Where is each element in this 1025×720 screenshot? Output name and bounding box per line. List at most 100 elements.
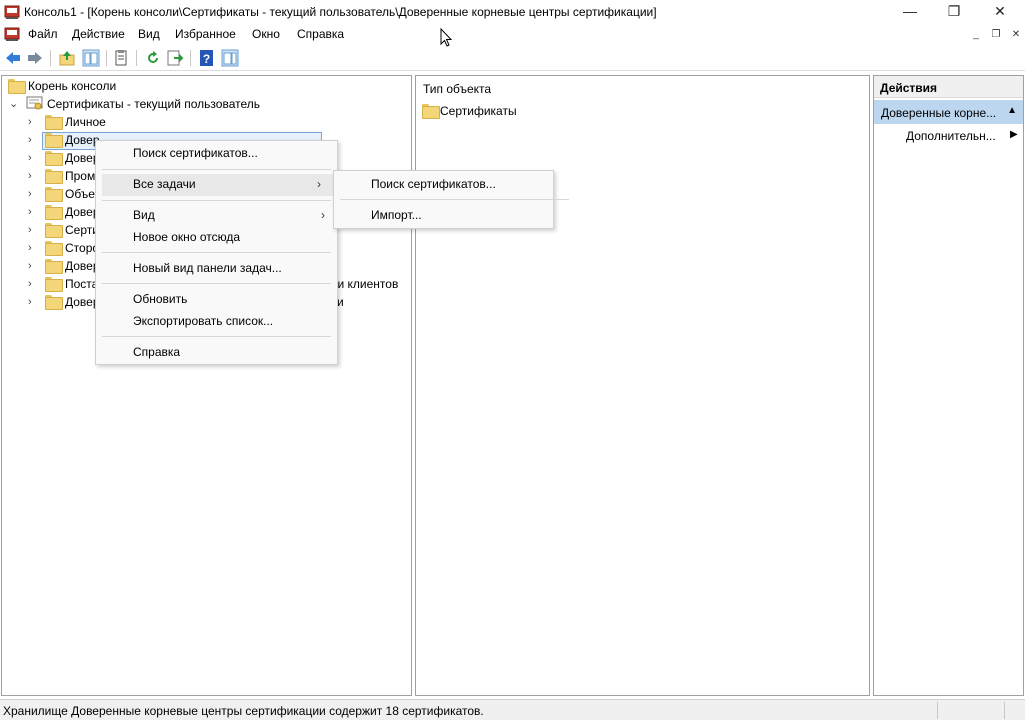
toolbar-separator	[190, 50, 191, 66]
folder-icon	[45, 169, 63, 184]
collapse-triangle-icon[interactable]: ▲	[1007, 105, 1017, 116]
toolbar-separator	[106, 50, 107, 66]
ctx-item-label: Новое окно отсюда	[133, 230, 241, 244]
mouse-cursor-icon	[440, 28, 453, 47]
show-hide-tree-icon[interactable]	[82, 49, 100, 67]
tree-node-label-tail: и	[337, 295, 344, 309]
menu-separator	[102, 336, 331, 337]
ctx-new-window[interactable]: Новое окно отсюда	[96, 227, 337, 249]
window-title: Консоль1 - [Корень консоли\Сертификаты -…	[24, 5, 657, 19]
result-pane[interactable]: Тип объекта Сертификаты	[415, 75, 870, 696]
menu-separator	[102, 169, 331, 170]
show-hide-action-pane-icon[interactable]	[221, 49, 239, 67]
toolbar-separator	[136, 50, 137, 66]
expand-arrow-icon[interactable]: ›	[28, 278, 38, 290]
toolbar-separator	[50, 50, 51, 66]
list-item-certificates[interactable]: Сертификаты	[422, 102, 622, 120]
svg-text:?: ?	[203, 52, 210, 66]
actions-more-item[interactable]: Дополнительн... ▶	[906, 129, 1018, 143]
toolbar: ?	[0, 45, 1025, 71]
submenu-arrow-icon: ›	[321, 208, 325, 222]
menu-separator	[340, 199, 569, 200]
expand-arrow-icon[interactable]: ›	[28, 152, 38, 164]
tree-node-label: Сторо	[65, 241, 100, 255]
tree-node-label-tail: ти клиентов	[332, 277, 399, 291]
expand-arrow-icon[interactable]: ›	[28, 296, 38, 308]
tree-node-console-root[interactable]: Корень консоли	[6, 77, 206, 95]
refresh-icon[interactable]	[144, 49, 162, 67]
menu-view[interactable]: Вид	[138, 27, 160, 41]
title-bar: Консоль1 - [Корень консоли\Сертификаты -…	[0, 0, 1025, 24]
tree-node-label: Серти	[65, 223, 99, 237]
expand-arrow-icon[interactable]: ›	[28, 134, 38, 146]
folder-icon	[45, 187, 63, 202]
tree-node-label: Личное	[65, 115, 106, 129]
actions-more-label: Дополнительн...	[906, 129, 996, 143]
status-divider	[1004, 702, 1005, 719]
ctx-item-label: Обновить	[133, 292, 188, 306]
document-icon[interactable]	[4, 26, 20, 42]
menu-help[interactable]: Справка	[297, 27, 344, 41]
child-restore-button[interactable]: ❐	[988, 27, 1004, 43]
folder-icon	[45, 295, 63, 310]
menu-favorites[interactable]: Избранное	[175, 27, 236, 41]
tree-node[interactable]: › Личное	[26, 113, 326, 131]
menu-separator	[102, 283, 331, 284]
expand-arrow-icon[interactable]: ›	[28, 188, 38, 200]
expand-arrow-icon[interactable]: ›	[28, 224, 38, 236]
folder-icon	[45, 241, 63, 256]
actions-section-label: Доверенные корне...	[881, 106, 997, 120]
export-list-icon[interactable]	[166, 49, 184, 67]
tree-node-label: Поста	[65, 277, 99, 291]
list-item-label: Сертификаты	[440, 104, 517, 118]
actions-title: Действия	[874, 76, 1023, 98]
folder-icon	[45, 133, 63, 148]
ctx-view[interactable]: Вид ›	[96, 205, 337, 227]
ctx-export-list[interactable]: Экспортировать список...	[96, 311, 337, 333]
folder-icon	[45, 277, 63, 292]
expand-arrow-icon[interactable]: ›	[28, 116, 38, 128]
menu-bar: Файл Действие Вид Избранное Окно Справка…	[0, 24, 1025, 45]
ctx-refresh[interactable]: Обновить	[96, 289, 337, 311]
maximize-button[interactable]: ❐	[931, 0, 977, 24]
forward-icon[interactable]	[26, 49, 44, 67]
close-button[interactable]: ✕	[977, 0, 1023, 24]
sub-import[interactable]: Импорт...	[334, 205, 553, 227]
menu-file[interactable]: Файл	[28, 27, 58, 41]
properties-icon[interactable]	[112, 49, 130, 67]
ctx-all-tasks[interactable]: Все задачи ›	[102, 174, 333, 196]
ctx-item-label: Новый вид панели задач...	[133, 261, 282, 275]
sub-find-certificates[interactable]: Поиск сертификатов...	[334, 174, 553, 196]
ctx-help[interactable]: Справка	[96, 342, 337, 364]
ctx-item-label: Импорт...	[371, 208, 422, 222]
collapse-arrow-icon[interactable]: ⌄	[9, 98, 19, 110]
submenu-arrow-icon: ›	[317, 177, 321, 191]
column-header-object-type[interactable]: Тип объекта	[423, 82, 491, 96]
expand-arrow-icon[interactable]: ›	[28, 260, 38, 272]
ctx-item-label: Справка	[133, 345, 181, 359]
up-folder-icon[interactable]	[58, 49, 76, 67]
menu-window[interactable]: Окно	[252, 27, 280, 41]
expand-arrow-icon[interactable]: ›	[28, 206, 38, 218]
tree-node-certificates-store[interactable]: ⌄ Сертификаты - текущий пользователь	[6, 95, 306, 113]
minimize-button[interactable]: —	[887, 0, 933, 24]
tree-node-label: Объе	[65, 187, 95, 201]
ctx-find-certificates[interactable]: Поиск сертификатов...	[96, 143, 337, 165]
menu-action[interactable]: Действие	[72, 27, 125, 41]
actions-section-trusted-root[interactable]: Доверенные корне... ▲	[874, 100, 1023, 124]
expand-arrow-icon[interactable]: ›	[28, 170, 38, 182]
ctx-item-label: Все задачи	[133, 177, 196, 191]
menu-separator	[102, 252, 331, 253]
folder-icon	[45, 151, 63, 166]
folder-icon	[422, 104, 440, 119]
all-tasks-submenu: Поиск сертификатов... Импорт...	[333, 170, 569, 229]
child-minimize-button[interactable]: _	[968, 27, 984, 43]
context-menu: Поиск сертификатов... Все задачи › Вид ›…	[95, 140, 338, 365]
back-icon[interactable]	[4, 49, 22, 67]
help-icon[interactable]: ?	[198, 49, 216, 67]
expand-arrow-icon[interactable]: ›	[28, 242, 38, 254]
folder-icon	[45, 223, 63, 238]
ctx-new-taskpad[interactable]: Новый вид панели задач...	[96, 258, 337, 280]
status-text: Хранилище Доверенные корневые центры сер…	[3, 704, 484, 718]
child-close-button[interactable]: ✕	[1008, 27, 1024, 43]
